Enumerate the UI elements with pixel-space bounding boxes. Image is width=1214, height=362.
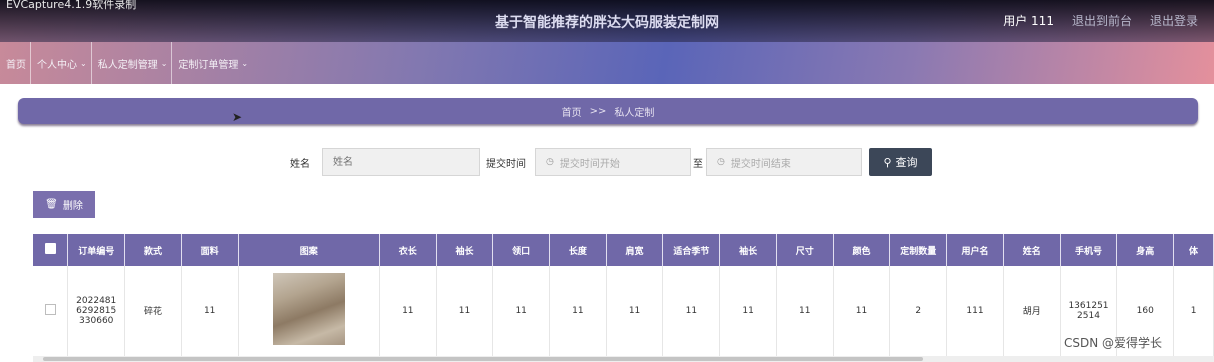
search-button[interactable]: ⚲ 查询 [869, 148, 932, 176]
nav-item-personal-center[interactable]: 个人中心 ⌄ [31, 42, 92, 84]
user-name: 用户 111 [1003, 14, 1054, 28]
pattern-image[interactable] [272, 273, 345, 346]
user-area: 用户 111 退出到前台 退出登录 [1003, 12, 1198, 29]
column-header: 体 [1173, 234, 1214, 266]
to-label: 至 [693, 159, 703, 170]
end-time-input[interactable]: ◷ 提交时间结束 [706, 148, 862, 176]
column-header: 领口 [492, 234, 551, 266]
table-header-row: 订单编号 款式 面料 图案 衣长 袖长 领口 长度 肩宽 适合季节 袖长 尺寸 … [33, 234, 1214, 266]
delete-button[interactable]: 🗑 删除 [33, 191, 95, 218]
column-header: 尺寸 [776, 234, 834, 266]
nav-item-private-custom[interactable]: 私人定制管理 ⌄ [92, 42, 173, 84]
cell-style: 碎花 [124, 266, 182, 356]
column-header: 图案 [238, 234, 380, 266]
column-header: 颜色 [833, 234, 891, 266]
nav-label: 定制订单管理 [178, 59, 239, 71]
column-header: 袖长 [436, 234, 494, 266]
column-header: 订单编号 [67, 234, 126, 266]
cell-weight: 1 [1173, 266, 1214, 356]
backend-link[interactable]: 退出到前台 [1072, 12, 1132, 29]
breadcrumb-home[interactable]: 首页 [562, 104, 582, 119]
recording-label: EVCapture4.1.9软件录制 [6, 0, 137, 11]
nav-item-home[interactable]: 首页 [0, 42, 31, 84]
select-all-checkbox[interactable] [44, 243, 56, 254]
name-input[interactable] [322, 148, 480, 176]
cell-sleeve-length: 11 [436, 266, 494, 356]
row-checkbox[interactable] [44, 303, 56, 315]
cell-name: 胡月 [1003, 266, 1061, 356]
clock-icon: ◷ [546, 157, 554, 167]
cell-quantity: 2 [889, 266, 948, 356]
time-label: 提交时间 [486, 159, 526, 170]
trash-icon: 🗑 [45, 199, 58, 210]
column-header: 长度 [549, 234, 607, 266]
end-time-placeholder: 提交时间结束 [730, 158, 791, 170]
nav-label: 个人中心 [37, 59, 77, 71]
cell-size: 11 [776, 266, 834, 356]
cell-color: 11 [833, 266, 891, 356]
main-nav: 首页 个人中心 ⌄ 私人定制管理 ⌄ 定制订单管理 ⌄ [0, 42, 252, 84]
column-header: 袖长 [719, 234, 777, 266]
data-table: 订单编号 款式 面料 图案 衣长 袖长 领口 长度 肩宽 适合季节 袖长 尺寸 … [33, 234, 1214, 356]
clock-icon: ◷ [717, 157, 725, 167]
column-header: 姓名 [1003, 234, 1061, 266]
row-select-cell[interactable] [33, 266, 69, 356]
nav-label: 私人定制管理 [97, 59, 158, 71]
chevron-down-icon: ⌄ [80, 58, 87, 68]
cell-shoulder: 11 [606, 266, 664, 356]
chevron-down-icon: ⌄ [241, 58, 249, 68]
breadcrumb-current: 私人定制 [614, 107, 655, 119]
cell-collar: 11 [492, 266, 551, 356]
data-table-container: 订单编号 款式 面料 图案 衣长 袖长 领口 长度 肩宽 适合季节 袖长 尺寸 … [33, 234, 1214, 356]
nav-label: 首页 [6, 59, 26, 71]
header: EVCapture4.1.9软件录制 基于智能推荐的胖达大码服装定制网 用户 1… [0, 0, 1214, 84]
cell-length: 11 [549, 266, 607, 356]
name-label: 姓名 [290, 159, 310, 170]
search-icon: ⚲ [883, 155, 892, 169]
app-page: EVCapture4.1.9软件录制 基于智能推荐的胖达大码服装定制网 用户 1… [0, 0, 1214, 362]
column-header: 面料 [181, 234, 239, 266]
column-header: 用户名 [946, 234, 1004, 266]
start-time-input[interactable]: ◷ 提交时间开始 [535, 148, 691, 176]
select-all-cell[interactable] [33, 234, 69, 266]
column-header: 肩宽 [606, 234, 664, 266]
logout-link[interactable]: 退出登录 [1150, 12, 1198, 29]
search-button-label: 查询 [895, 156, 918, 169]
start-time-placeholder: 提交时间开始 [559, 158, 620, 170]
chevron-down-icon: ⌄ [160, 58, 168, 68]
column-header: 定制数量 [889, 234, 948, 266]
mouse-cursor-icon: ➤ [232, 110, 243, 124]
watermark: CSDN @爱得学长 [1064, 336, 1163, 350]
breadcrumb-separator: >> [589, 105, 607, 117]
cell-username: 111 [946, 266, 1004, 356]
delete-button-label: 删除 [62, 201, 83, 212]
cell-fabric: 11 [181, 266, 239, 356]
scrollbar-thumb[interactable] [43, 357, 923, 361]
column-header: 款式 [124, 234, 182, 266]
breadcrumb: 首页 >> 私人定制 [18, 98, 1198, 124]
column-header: 衣长 [379, 234, 437, 266]
cell-season: 11 [662, 266, 721, 356]
horizontal-scrollbar[interactable] [33, 356, 1214, 362]
cell-pattern [238, 266, 380, 356]
nav-item-order-manage[interactable]: 定制订单管理 ⌄ [172, 42, 252, 84]
cell-sleeve-length-2: 11 [719, 266, 777, 356]
column-header: 适合季节 [662, 234, 721, 266]
cell-clothing-length: 11 [379, 266, 437, 356]
cell-order-no: 2022481 6292815 330660 [67, 266, 126, 356]
column-header: 身高 [1116, 234, 1175, 266]
table-row: 2022481 6292815 330660 碎花 11 11 11 11 11… [33, 266, 1214, 356]
column-header: 手机号 [1060, 234, 1118, 266]
search-form: 姓名 提交时间 ◷ 提交时间开始 至 ◷ 提交时间结束 ⚲ 查询 [0, 148, 1214, 176]
